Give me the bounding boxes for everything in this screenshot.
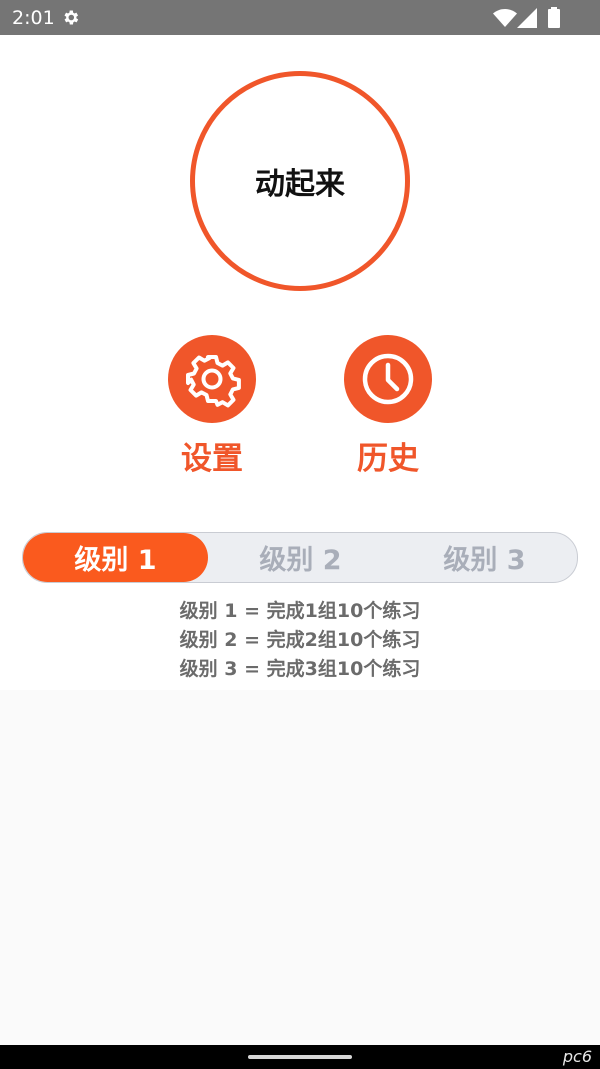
level-2-description: 级别 2 = 完成2组10个练习 bbox=[179, 629, 421, 651]
battery-icon bbox=[548, 7, 560, 28]
watermark: pc6 bbox=[562, 1047, 592, 1066]
start-workout-button[interactable]: 动起来 bbox=[190, 71, 410, 291]
start-workout-label: 动起来 bbox=[255, 167, 345, 202]
level-2-tab[interactable]: 级别 2 bbox=[208, 533, 393, 582]
status-bar: 2:01 bbox=[0, 0, 600, 35]
status-time: 2:01 bbox=[12, 7, 55, 29]
history-label: 历史 bbox=[357, 441, 419, 477]
level-3-tab[interactable]: 级别 3 bbox=[392, 533, 577, 582]
level-selector: 级别 1 级别 2 级别 3 bbox=[22, 532, 578, 583]
clock-icon bbox=[362, 353, 414, 405]
level-descriptions: 级别 1 = 完成1组10个练习 级别 2 = 完成2组10个练习 级别 3 =… bbox=[0, 597, 600, 684]
history-button[interactable]: 历史 bbox=[338, 335, 438, 478]
gear-icon bbox=[186, 355, 241, 408]
level-1-tab[interactable]: 级别 1 bbox=[23, 533, 208, 582]
settings-label: 设置 bbox=[181, 441, 243, 477]
level-1-description: 级别 1 = 完成1组10个练习 bbox=[179, 600, 421, 622]
settings-disc bbox=[168, 335, 256, 423]
gear-icon bbox=[64, 10, 79, 25]
history-disc bbox=[344, 335, 432, 423]
home-handle[interactable] bbox=[248, 1055, 352, 1059]
wifi-icon bbox=[493, 9, 517, 27]
main-content: 动起来 设置 历史 级别 1 级别 2 级别 3 级别 1 = 完成1组10个练… bbox=[0, 35, 600, 690]
settings-button[interactable]: 设置 bbox=[162, 335, 262, 478]
signal-icon bbox=[517, 8, 537, 28]
level-3-description: 级别 3 = 完成3组10个练习 bbox=[179, 658, 421, 680]
navigation-bar: pc6 bbox=[0, 1045, 600, 1069]
